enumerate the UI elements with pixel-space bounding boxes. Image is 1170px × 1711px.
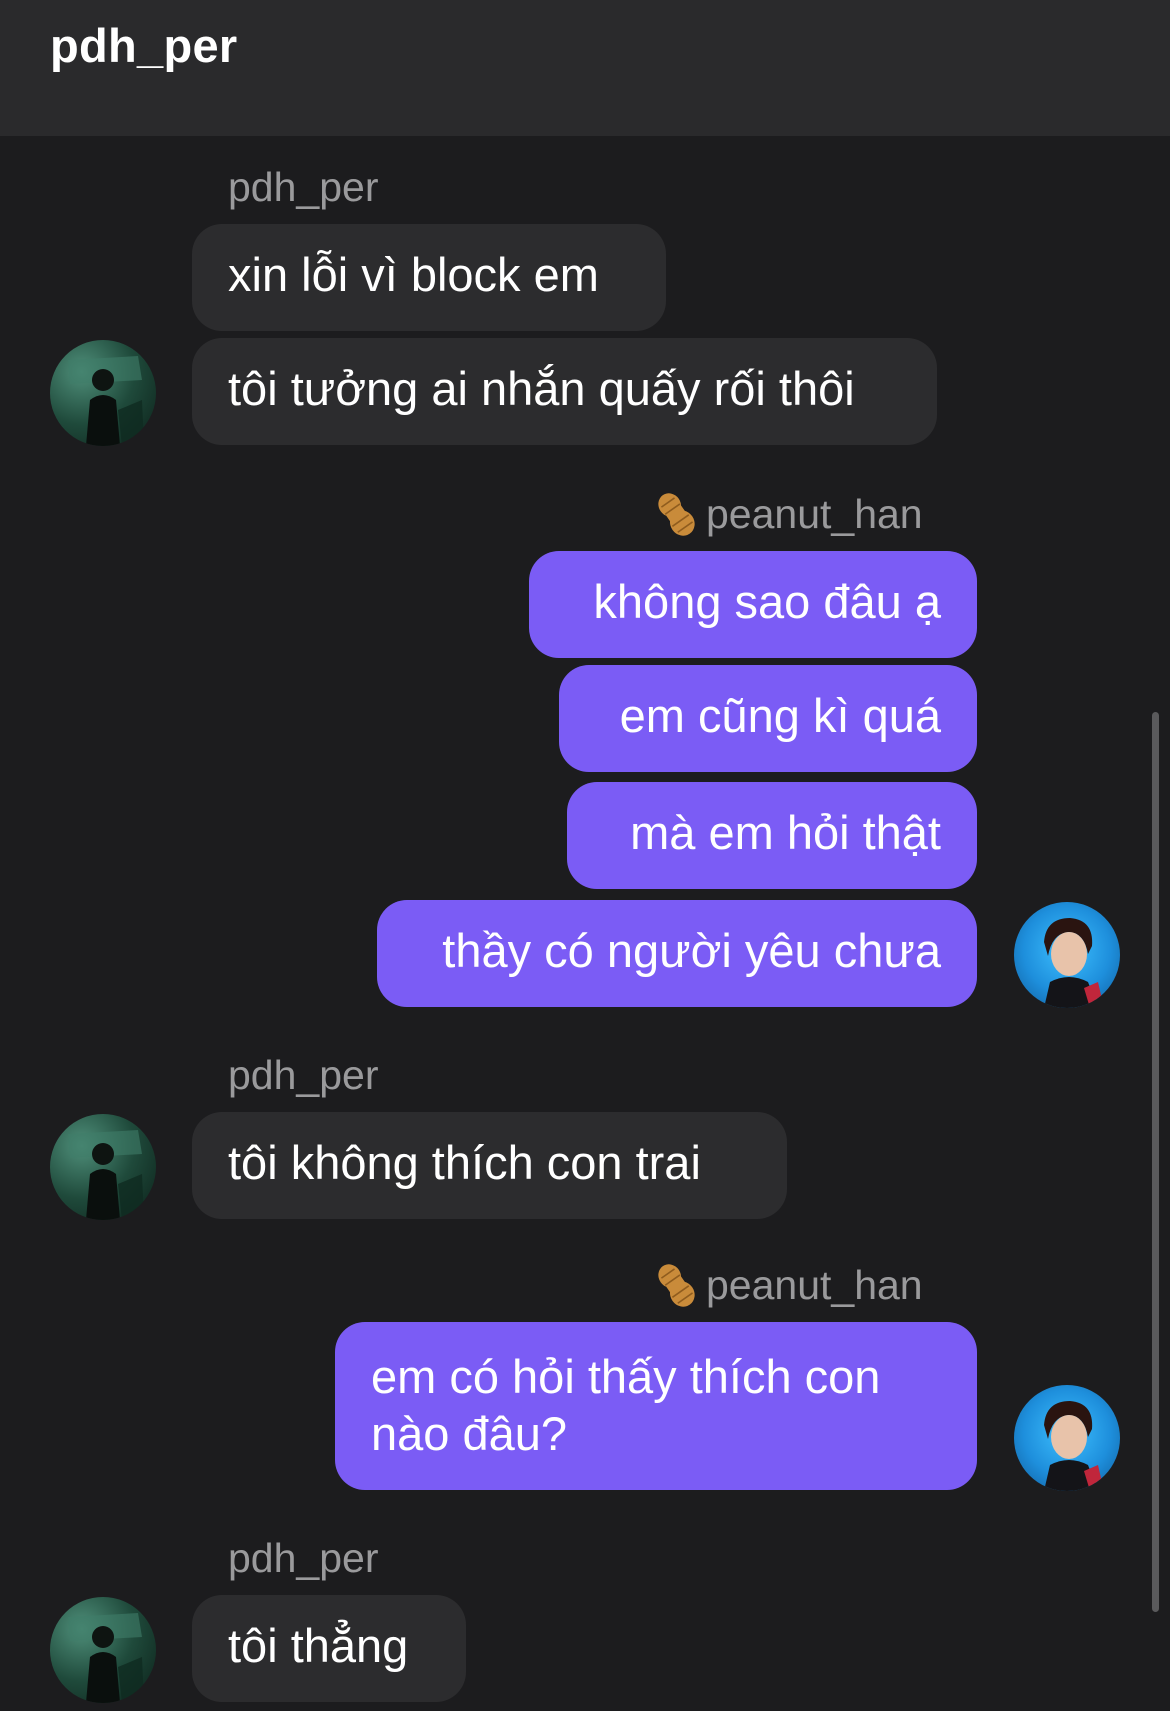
message-bubble-incoming[interactable]: tôi tưởng ai nhắn quấy rối thôi <box>192 338 937 445</box>
avatar-peanut-han[interactable] <box>1014 902 1120 1008</box>
message-bubble-incoming[interactable]: xin lỗi vì block em <box>192 224 666 331</box>
sender-name-peanut-han: peanut_han <box>650 488 923 540</box>
sender-name-pdh-per: pdh_per <box>228 1052 379 1098</box>
chat-header: pdh_per <box>0 0 1170 136</box>
message-bubble-incoming[interactable]: tôi thẳng <box>192 1595 466 1702</box>
chat-title[interactable]: pdh_per <box>50 18 238 73</box>
peanut-icon <box>650 1259 702 1311</box>
sender-name-peanut-han: peanut_han <box>650 1259 923 1311</box>
avatar-image <box>1044 918 1104 1008</box>
peanut-icon <box>650 488 702 540</box>
message-list[interactable]: pdh_per xin lỗi vì block em tôi tưởng ai… <box>0 136 1170 1711</box>
message-bubble-outgoing[interactable]: em có hỏi thấy thích con nào đâu? <box>335 1322 977 1490</box>
avatar-pdh-per[interactable] <box>50 340 156 446</box>
sender-name-label: peanut_han <box>706 490 923 537</box>
sender-name-pdh-per: pdh_per <box>228 164 379 210</box>
avatar-image <box>68 356 144 446</box>
avatar-pdh-per[interactable] <box>50 1597 156 1703</box>
message-bubble-outgoing[interactable]: mà em hỏi thật <box>567 782 977 889</box>
avatar-image <box>1044 1401 1104 1491</box>
message-bubble-outgoing[interactable]: em cũng kì quá <box>559 665 977 772</box>
message-bubble-outgoing[interactable]: thầy có người yêu chưa <box>377 900 977 1007</box>
avatar-image <box>68 1130 144 1220</box>
sender-name-pdh-per: pdh_per <box>228 1535 379 1581</box>
avatar-peanut-han[interactable] <box>1014 1385 1120 1491</box>
scrollbar[interactable] <box>1152 712 1159 1612</box>
sender-name-label: peanut_han <box>706 1261 923 1308</box>
message-bubble-outgoing[interactable]: không sao đâu ạ <box>529 551 977 658</box>
avatar-pdh-per[interactable] <box>50 1114 156 1220</box>
avatar-image <box>68 1613 144 1703</box>
message-bubble-incoming[interactable]: tôi không thích con trai <box>192 1112 787 1219</box>
